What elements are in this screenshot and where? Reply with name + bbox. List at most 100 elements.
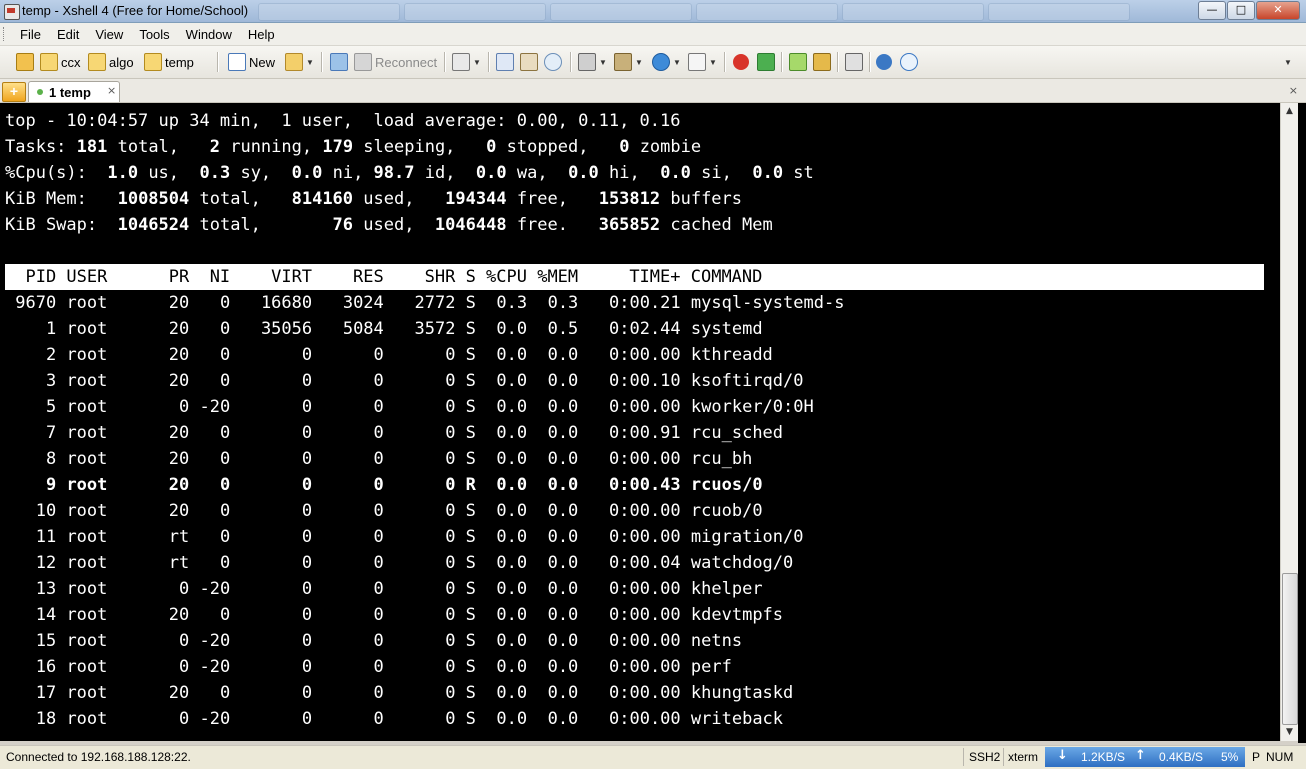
layout-button[interactable] [789, 52, 807, 72]
process-row: 15 root 0 -20 0 0 0 S 0.0 0.0 0:00.00 ne… [5, 631, 743, 651]
properties-icon [452, 53, 470, 71]
close-tab-icon[interactable]: × [1289, 84, 1298, 97]
top-summary-line: Tasks: 181 total, 2 running, 179 sleepin… [5, 137, 702, 157]
link-temp[interactable]: temp [144, 52, 194, 72]
taskbar-background-tabs [258, 3, 1158, 21]
xftp-icon [733, 54, 749, 70]
script-button[interactable]: ▼ [688, 52, 717, 72]
globe-icon [652, 53, 670, 71]
reconnect-icon [354, 53, 372, 71]
process-row: 9670 root 20 0 16680 3024 2772 S 0.3 0.3… [5, 293, 845, 313]
process-row: 5 root 0 -20 0 0 0 S 0.0 0.0 0:00.00 kwo… [5, 397, 814, 417]
keyboard-icon [845, 53, 863, 71]
paste-icon [520, 53, 538, 71]
xmanager-button[interactable] [757, 52, 775, 72]
help-button[interactable] [876, 52, 892, 72]
link-algo[interactable]: algo [88, 52, 134, 72]
toolbar-overflow-button[interactable]: ▼ [1284, 52, 1292, 72]
window-title: temp - Xshell 4 (Free for Home/School) [22, 3, 249, 18]
process-row: 9 root 20 0 0 0 0 R 0.0 0.0 0:00.43 rcuo… [5, 475, 763, 495]
copy-icon [496, 53, 514, 71]
lock-icon [813, 53, 831, 71]
reconnect-button[interactable]: Reconnect [354, 52, 437, 72]
close-button[interactable]: ✕ [1256, 1, 1300, 20]
usage-percent: 5% [1221, 750, 1239, 764]
top-summary-line: KiB Mem: 1008504 total, 814160 used, 194… [5, 189, 743, 209]
title-bar: temp - Xshell 4 (Free for Home/School) —… [0, 0, 1306, 23]
terminal-scrollbar[interactable]: ▲ ▼ [1280, 103, 1298, 741]
process-row: 18 root 0 -20 0 0 0 S 0.0 0.0 0:00.00 wr… [5, 709, 784, 729]
keyboard-button[interactable] [845, 52, 863, 72]
lock-button[interactable] [813, 52, 831, 72]
process-row: 7 root 20 0 0 0 0 S 0.0 0.0 0:00.91 rcu_… [5, 423, 784, 443]
process-table-header: PID USER PR NI VIRT RES SHR S %CPU %MEM … [5, 264, 1264, 290]
chat-button[interactable] [900, 52, 918, 72]
download-arrow-icon: ↓ [1057, 748, 1068, 763]
connection-status-icon [37, 89, 43, 95]
find-button[interactable] [544, 52, 562, 72]
top-summary-line: %Cpu(s): 1.0 us, 0.3 sy, 0.0 ni, 98.7 id… [5, 163, 814, 183]
paste-button[interactable] [520, 52, 538, 72]
toolbar: ccx algo temp New ▼ Reconnect ▼ ▼ ▼ ▼ ▼ … [0, 46, 1306, 79]
disconnect-button[interactable] [330, 52, 348, 72]
process-row: 12 root rt 0 0 0 0 S 0.0 0.0 0:00.04 wat… [5, 553, 794, 573]
cap-indicator: P [1252, 750, 1261, 764]
process-row: 8 root 20 0 0 0 0 S 0.0 0.0 0:00.00 rcu_… [5, 449, 753, 469]
menu-file[interactable]: File [20, 27, 41, 42]
tab-bar: + 1 temp × × [0, 79, 1306, 103]
print-button[interactable]: ▼ [578, 52, 607, 72]
new-session-icon [228, 53, 246, 71]
transfer-button[interactable]: ▼ [614, 52, 643, 72]
links-icon[interactable] [16, 52, 34, 72]
process-row: 11 root rt 0 0 0 0 S 0.0 0.0 0:00.00 mig… [5, 527, 804, 547]
process-row: 16 root 0 -20 0 0 0 S 0.0 0.0 0:00.00 pe… [5, 657, 732, 677]
process-row: 13 root 0 -20 0 0 0 S 0.0 0.0 0:00.00 kh… [5, 579, 763, 599]
tab-label: 1 temp [49, 85, 91, 100]
minimize-button[interactable]: — [1198, 1, 1226, 20]
session-link-icon [88, 53, 106, 71]
top-summary-line: KiB Swap: 1046524 total, 76 used, 104644… [5, 215, 773, 235]
open-folder-button[interactable]: ▼ [285, 52, 314, 72]
new-session-button[interactable]: New [228, 52, 275, 72]
xftp-button[interactable] [733, 52, 749, 72]
globe-button[interactable]: ▼ [652, 52, 681, 72]
printer-icon [578, 53, 596, 71]
terminal-screen[interactable]: top - 10:04:57 up 34 min, 1 user, load a… [0, 103, 1280, 741]
process-row: 17 root 20 0 0 0 0 S 0.0 0.0 0:00.00 khu… [5, 683, 794, 703]
header-line: PID USER PR NI VIRT RES SHR S %CPU %MEM … [5, 267, 763, 287]
num-lock-indicator: NUM [1266, 750, 1294, 764]
upload-speed: 0.4KB/S [1159, 750, 1204, 764]
process-row: 2 root 20 0 0 0 0 S 0.0 0.0 0:00.00 kthr… [5, 345, 773, 365]
process-row: 10 root 20 0 0 0 0 S 0.0 0.0 0:00.00 rcu… [5, 501, 763, 521]
menu-tools[interactable]: Tools [139, 27, 169, 42]
menu-edit[interactable]: Edit [57, 27, 79, 42]
scroll-up-icon[interactable]: ▲ [1281, 103, 1298, 120]
menu-help[interactable]: Help [248, 27, 275, 42]
menu-bar: File Edit View Tools Window Help [0, 23, 1306, 46]
maximize-button[interactable]: □ [1227, 1, 1255, 20]
disconnect-icon [330, 53, 348, 71]
layout-grid-icon [789, 53, 807, 71]
tab-temp[interactable]: 1 temp × [28, 81, 120, 102]
chevron-down-icon: ▼ [1284, 57, 1292, 67]
xshell-app-icon[interactable] [4, 4, 20, 20]
process-row: 1 root 20 0 35056 5084 3572 S 0.0 0.5 0:… [5, 319, 763, 339]
chat-bubble-icon [900, 53, 918, 71]
help-icon [876, 54, 892, 70]
file-transfer-icon [614, 53, 632, 71]
copy-button[interactable] [496, 52, 514, 72]
folder-icon [285, 53, 303, 71]
properties-button[interactable]: ▼ [452, 52, 481, 72]
link-ccx[interactable]: ccx [40, 52, 81, 72]
download-speed: 1.2KB/S [1081, 750, 1126, 764]
add-tab-button[interactable]: + [2, 82, 26, 102]
menu-view[interactable]: View [95, 27, 123, 42]
process-row: 3 root 20 0 0 0 0 S 0.0 0.0 0:00.10 ksof… [5, 371, 804, 391]
scroll-down-icon[interactable]: ▼ [1281, 724, 1298, 741]
menu-window[interactable]: Window [186, 27, 232, 42]
scrollbar-thumb[interactable] [1282, 573, 1298, 725]
tab-close-icon[interactable]: × [107, 84, 116, 97]
terminal-type: xterm [1008, 750, 1038, 764]
process-row: 14 root 20 0 0 0 0 S 0.0 0.0 0:00.00 kde… [5, 605, 784, 625]
xmanager-icon [757, 53, 775, 71]
